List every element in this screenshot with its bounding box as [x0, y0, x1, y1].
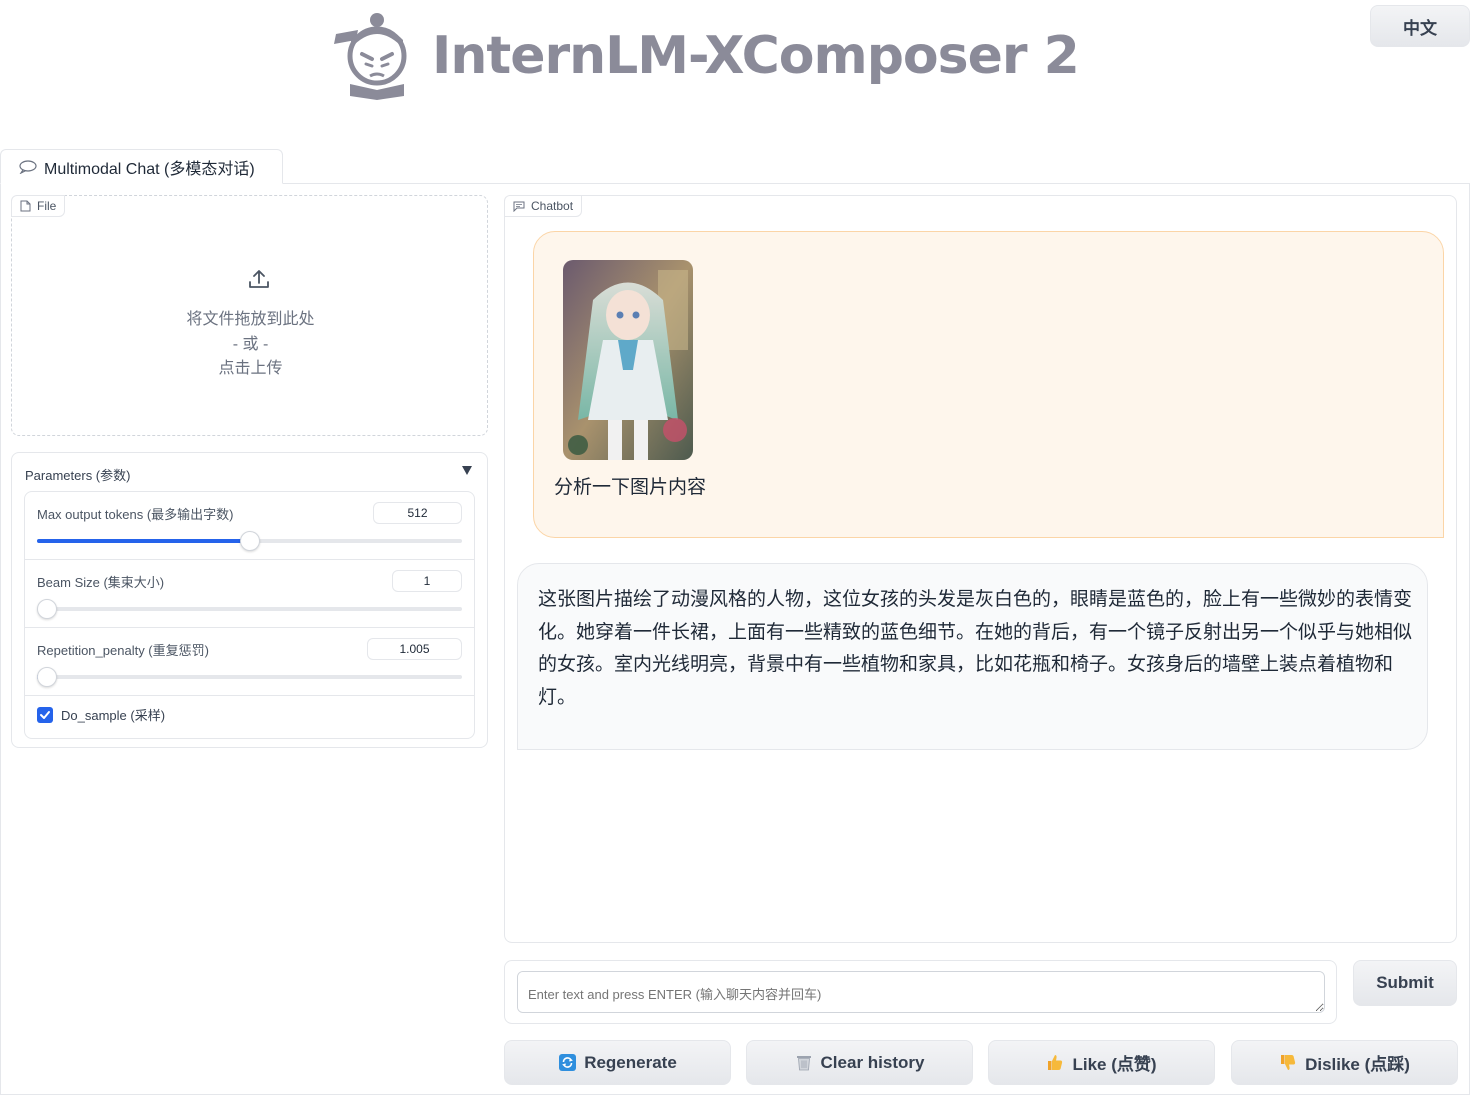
thumbs-up-icon	[1046, 1054, 1064, 1072]
repetition-penalty-slider[interactable]	[37, 667, 462, 687]
accordion-caret-icon[interactable]	[462, 466, 472, 475]
slider-fill	[37, 539, 250, 543]
beam-size-slider[interactable]	[37, 599, 462, 619]
do-sample-row[interactable]: Do_sample (采样)	[37, 705, 165, 724]
max-tokens-slider[interactable]	[37, 531, 462, 551]
slider-thumb[interactable]	[37, 667, 57, 687]
refresh-icon	[558, 1054, 576, 1072]
click-upload-text: 点击上传	[218, 360, 283, 377]
bot-message-text: 这张图片描绘了动漫风格的人物，这位女孩的头发是灰白色的，眼睛是蓝色的，脸上有一些…	[538, 589, 1413, 708]
language-toggle-button[interactable]: 中文	[1370, 5, 1470, 47]
file-label: File	[37, 199, 57, 213]
uploaded-anime-image[interactable]	[563, 260, 693, 460]
file-block-label: File	[11, 195, 66, 217]
upload-icon	[249, 270, 269, 288]
chat-icon	[513, 201, 525, 212]
parameters-panel: Max output tokens (最多输出字数) 512 Beam Size…	[24, 491, 475, 739]
trash-icon	[795, 1054, 813, 1072]
app-title: InternLM-XComposer 2	[432, 26, 1080, 86]
file-upload-dropzone[interactable]: File 将文件拖放到此处 - 或 - 点击上传	[11, 195, 488, 436]
user-message-bubble: 分析一下图片内容	[533, 231, 1444, 538]
submit-button[interactable]: Submit	[1353, 960, 1457, 1006]
slider-thumb[interactable]	[239, 531, 260, 551]
like-label: Like (点赞)	[1072, 1055, 1157, 1074]
repetition-penalty-input[interactable]: 1.005	[367, 638, 462, 660]
bot-message-bubble: 这张图片描绘了动漫风格的人物，这位女孩的头发是灰白色的，眼睛是蓝色的，脸上有一些…	[517, 563, 1428, 750]
max-tokens-label: Max output tokens (最多输出字数)	[37, 507, 234, 522]
chatbot-label: Chatbot	[531, 199, 574, 213]
beam-size-row: Beam Size (集束大小) 1	[25, 560, 474, 628]
user-message-text: 分析一下图片内容	[554, 477, 707, 498]
chat-bubble-icon	[19, 159, 37, 174]
max-tokens-row: Max output tokens (最多输出字数) 512	[25, 492, 474, 560]
regenerate-label: Regenerate	[584, 1052, 677, 1072]
or-text: - 或 -	[232, 336, 269, 353]
internlm-logo-icon	[334, 13, 407, 100]
dislike-button[interactable]: Dislike (点踩)	[1231, 1040, 1458, 1085]
chat-input[interactable]	[517, 971, 1325, 1013]
beam-size-input[interactable]: 1	[392, 570, 462, 592]
drop-text: 将文件拖放到此处	[186, 311, 315, 328]
tab-label: Multimodal Chat (多模态对话)	[44, 160, 255, 178]
parameters-title[interactable]: Parameters (参数)	[25, 465, 130, 484]
clear-history-label: Clear history	[820, 1052, 925, 1072]
regenerate-button[interactable]: Regenerate	[504, 1040, 731, 1085]
chatbot-block-label: Chatbot	[504, 195, 583, 217]
like-button[interactable]: Like (点赞)	[988, 1040, 1215, 1085]
max-tokens-input[interactable]: 512	[373, 502, 462, 524]
dislike-label: Dislike (点踩)	[1305, 1055, 1410, 1074]
beam-size-label: Beam Size (集束大小)	[37, 575, 165, 590]
repetition-penalty-label: Repetition_penalty (重复惩罚)	[37, 643, 209, 658]
slider-thumb[interactable]	[37, 599, 57, 619]
repetition-penalty-row: Repetition_penalty (重复惩罚) 1.005	[25, 628, 474, 696]
file-icon	[20, 200, 31, 212]
clear-history-button[interactable]: Clear history	[746, 1040, 973, 1085]
check-icon	[40, 710, 50, 719]
do-sample-checkbox[interactable]	[37, 706, 53, 723]
do-sample-label: Do_sample (采样)	[61, 708, 166, 723]
thumbs-down-icon	[1279, 1054, 1297, 1072]
tab-multimodal-chat[interactable]: Multimodal Chat (多模态对话)	[0, 149, 283, 184]
input-panel	[504, 960, 1337, 1024]
parameters-accordion: Parameters (参数) Max output tokens (最多输出字…	[11, 452, 488, 748]
